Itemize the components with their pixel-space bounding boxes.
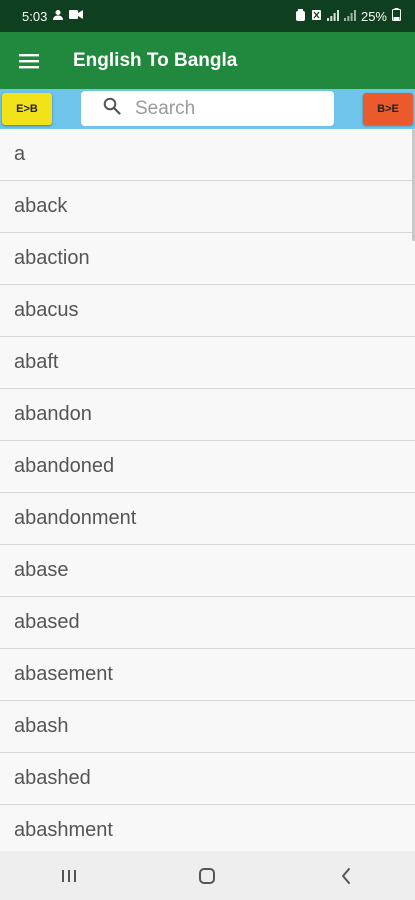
search-icon [103, 97, 121, 120]
list-item[interactable]: a [0, 129, 415, 181]
video-icon [69, 9, 84, 23]
app-bar: English To Bangla [0, 32, 415, 89]
list-item[interactable]: abase [0, 545, 415, 597]
mute-icon [311, 9, 322, 24]
status-time: 5:03 [22, 8, 48, 24]
home-icon[interactable] [167, 856, 247, 896]
search-input[interactable] [133, 96, 317, 121]
recent-apps-icon[interactable] [29, 856, 109, 896]
signal-icon-2 [343, 9, 356, 24]
back-icon[interactable] [306, 856, 386, 896]
list-item[interactable]: abash [0, 701, 415, 753]
list-item[interactable]: abandonment [0, 493, 415, 545]
battery-percent: 25% [360, 8, 387, 24]
word-list[interactable]: a aback abaction abacus abaft abandon ab… [0, 129, 415, 851]
list-item[interactable]: abashment [0, 805, 415, 851]
list-item[interactable]: abashed [0, 753, 415, 805]
system-nav-bar [0, 851, 415, 900]
signal-icon [326, 9, 339, 24]
list-item[interactable]: abaction [0, 233, 415, 285]
list-item[interactable]: abased [0, 597, 415, 649]
bangla-to-english-button[interactable]: B>E [363, 93, 413, 125]
list-item[interactable]: abacus [0, 285, 415, 337]
list-item[interactable]: abaft [0, 337, 415, 389]
status-bar: 5:03 25% [0, 0, 415, 32]
list-item[interactable]: aback [0, 181, 415, 233]
list-item[interactable]: abandoned [0, 441, 415, 493]
page-title: English To Bangla [73, 49, 238, 71]
english-to-bangla-button[interactable]: E>B [2, 93, 52, 125]
search-box[interactable] [81, 91, 334, 126]
status-bar-left: 5:03 [22, 8, 84, 24]
search-bar: E>B B>E [0, 89, 415, 129]
list-item[interactable]: abandon [0, 389, 415, 441]
battery-icon [392, 8, 401, 24]
status-bar-right: 25% [295, 8, 401, 24]
account-icon [52, 9, 64, 24]
list-item[interactable]: abasement [0, 649, 415, 701]
alarm-icon [295, 8, 306, 24]
hamburger-menu-icon[interactable] [0, 32, 58, 89]
